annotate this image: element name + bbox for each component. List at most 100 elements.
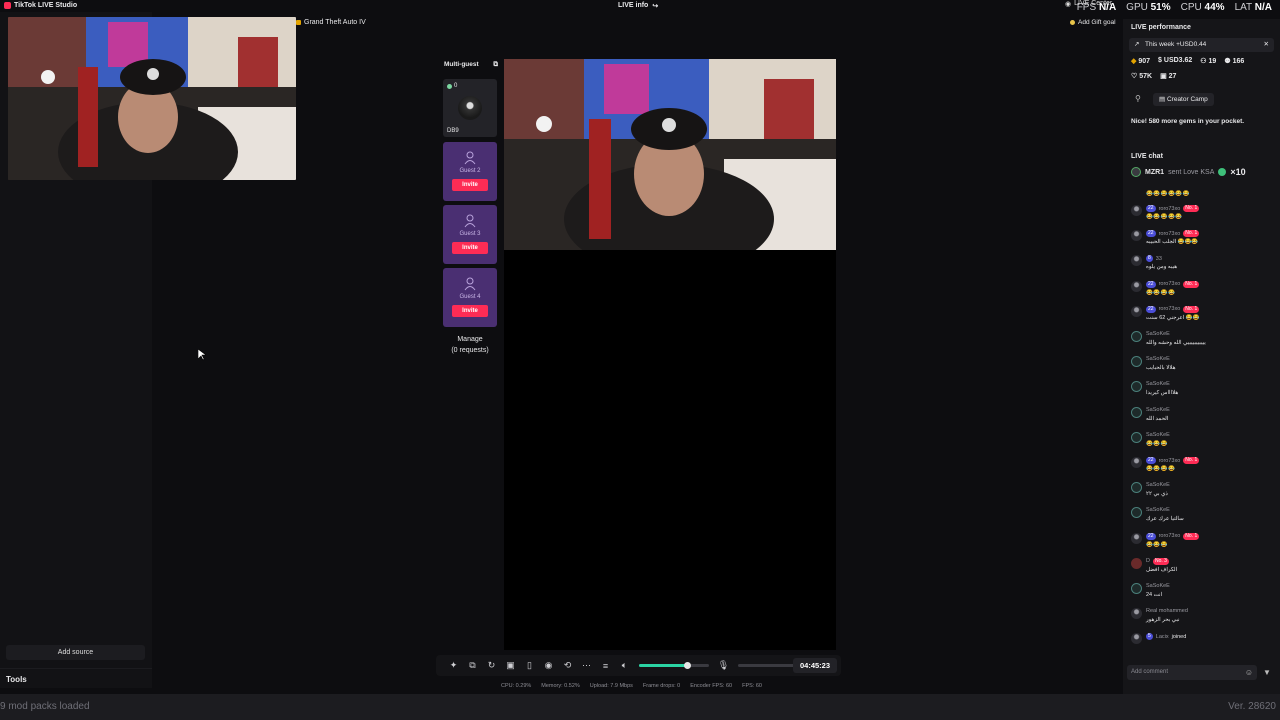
guest-slot-2[interactable]: Guest 2 Invite [443, 142, 497, 201]
avatar[interactable] [1131, 255, 1142, 267]
invite-button[interactable]: Invite [452, 305, 488, 317]
avatar[interactable] [1131, 331, 1142, 342]
chat-username[interactable]: Real mohammed [1146, 608, 1188, 614]
gift-text: sent Love KSA [1168, 168, 1215, 176]
avatar[interactable] [1131, 532, 1142, 544]
refresh-icon[interactable]: ↻ [482, 656, 501, 675]
chat-message-body: 😂😂😂 [1146, 542, 1168, 548]
avatar[interactable] [1131, 583, 1142, 594]
avatar[interactable] [1131, 457, 1142, 468]
effects-wand-icon[interactable]: ✦ [444, 656, 463, 675]
avatar[interactable] [1131, 608, 1142, 620]
avatar[interactable] [1131, 557, 1142, 569]
live-preview-canvas[interactable] [504, 59, 836, 650]
avatar[interactable] [1131, 356, 1142, 368]
record-icon[interactable]: ◉ [539, 656, 558, 675]
status-frame-drops: Frame drops: 0 [642, 683, 681, 689]
chat-message-body: سالتيا عرك عرك [1146, 516, 1184, 522]
chat-username[interactable]: roro73xo [1159, 458, 1181, 464]
more-icon[interactable]: ⋯ [577, 656, 596, 675]
chat-username[interactable]: 33 [1156, 256, 1162, 262]
chat-username[interactable]: SaSoKeE [1146, 356, 1170, 362]
layout-icon[interactable]: ⧉ [463, 656, 482, 675]
host-card[interactable]: 0 DB9 [443, 79, 497, 137]
chat-username[interactable]: roro73xo [1159, 206, 1181, 212]
avatar[interactable] [1131, 305, 1142, 317]
avatar[interactable] [1131, 431, 1142, 443]
game-category-tag[interactable]: Grand Theft Auto IV [296, 19, 366, 26]
chat-message-text: يييييييييييي الله وحشه والله [1146, 340, 1206, 346]
microphone-icon[interactable]: 🎙︎ [714, 656, 733, 675]
avatar[interactable] [1131, 381, 1142, 393]
status-cpu: CPU: 0.29% [501, 683, 532, 689]
stat-cpu: CPU 44% [1180, 2, 1225, 13]
avatar[interactable] [1131, 482, 1142, 494]
guest-label: Guest 3 [459, 231, 481, 237]
portrait-icon[interactable]: ▯ [520, 656, 539, 675]
rank-badge: No. 1 [1183, 532, 1200, 540]
creator-camp-button[interactable]: ▤ Creator Camp [1153, 93, 1214, 106]
camera-preview[interactable] [8, 17, 296, 180]
avatar[interactable] [1131, 205, 1142, 216]
chat-message-header: D No. 3 [1146, 557, 1169, 565]
invite-button[interactable]: Invite [452, 242, 488, 254]
chat-username[interactable]: SaSoKeE [1146, 432, 1170, 438]
chat-username[interactable]: SaSoKeE [1146, 407, 1170, 413]
chat-message-header: 22 roro73xo No. 1 [1146, 457, 1200, 464]
avatar[interactable] [1131, 230, 1142, 242]
chat-username[interactable]: Lacix [1156, 634, 1169, 640]
tools-header[interactable]: Tools [6, 675, 27, 684]
guest-slot-3[interactable]: Guest 3 Invite [443, 205, 497, 264]
invite-button[interactable]: Invite [452, 179, 488, 191]
chat-username[interactable]: SaSoKeE [1146, 583, 1170, 589]
live-info-button[interactable]: LIVE info ↪ [618, 2, 658, 10]
performance-metrics: ◆ 907 $ USD3.62 ⚇ 19 ⚉ 166 [1131, 57, 1244, 65]
manage-requests-button[interactable]: Manage (0 requests) [443, 334, 497, 356]
add-source-button[interactable]: Add source [6, 645, 145, 660]
user-add-icon[interactable]: ⚲ [1135, 94, 1141, 103]
weekly-earnings-banner[interactable]: ↗ This week +USD0.44 ✕ [1129, 38, 1274, 52]
live-chat-title: LIVE chat [1131, 153, 1163, 160]
add-gift-goal-label: Add Gift goal [1078, 19, 1116, 26]
audio-mixer-icon[interactable]: ≡ [596, 656, 615, 675]
chat-message-text: 😂😂😂😂😂😂 [1146, 191, 1191, 197]
chat-message-header: SaSoKeE [1146, 407, 1170, 413]
guest-slot-4[interactable]: Guest 4 Invite [443, 268, 497, 327]
chat-username[interactable]: SaSoKeE [1146, 381, 1170, 387]
close-icon[interactable]: ✕ [1264, 38, 1269, 52]
chat-username[interactable]: roro73xo [1159, 281, 1181, 287]
chat-message-body: الجلب الحبيبه 😂😂😂 [1146, 239, 1198, 245]
chat-username[interactable]: roro73xo [1159, 231, 1181, 237]
gems-message: Nice! 580 more gems in your pocket. [1131, 118, 1245, 125]
filter-icon[interactable]: ▼ [1263, 668, 1271, 677]
chat-username[interactable]: roro73xo [1159, 533, 1181, 539]
chat-username[interactable]: D [1146, 558, 1150, 564]
popout-icon[interactable]: ⧉ [493, 61, 498, 69]
volume-slider[interactable] [639, 662, 709, 669]
volume-knob[interactable] [683, 662, 691, 669]
live-camera-feed [504, 59, 836, 250]
gift-icon [1218, 168, 1227, 176]
chat-message-body: الحمد الله [1146, 416, 1168, 422]
chat-message-text: ذي بي ٢٢ [1146, 491, 1168, 498]
chat-username[interactable]: SaSoKeE [1146, 507, 1170, 513]
emoji-icon[interactable]: ☺ [1245, 665, 1253, 680]
avatar[interactable] [1131, 280, 1142, 292]
screen-icon[interactable]: ▣ [501, 656, 520, 675]
avatar[interactable] [1131, 406, 1142, 418]
avatar[interactable] [1131, 633, 1142, 645]
replay-icon[interactable]: ⟲ [558, 656, 577, 675]
chat-message-header: SaSoKeE [1146, 356, 1170, 362]
divider [0, 668, 152, 669]
add-comment-input[interactable]: Add comment ☺ [1127, 665, 1257, 680]
speaker-icon[interactable]: 🔈︎ [615, 656, 634, 675]
metric-usd: $ USD3.62 [1158, 57, 1193, 64]
add-gift-goal-button[interactable]: Add Gift goal [1070, 19, 1116, 26]
manage-requests-count: (0 requests) [451, 347, 489, 354]
chat-username[interactable]: SaSoKeE [1146, 331, 1170, 337]
chat-username[interactable]: SaSoKeE [1146, 482, 1170, 488]
chat-username[interactable]: roro73xo [1159, 306, 1181, 312]
chat-message-text: joined [1171, 633, 1187, 640]
avatar[interactable] [1131, 507, 1142, 519]
chat-message-body: 😂😂😂😂 [1146, 466, 1175, 472]
